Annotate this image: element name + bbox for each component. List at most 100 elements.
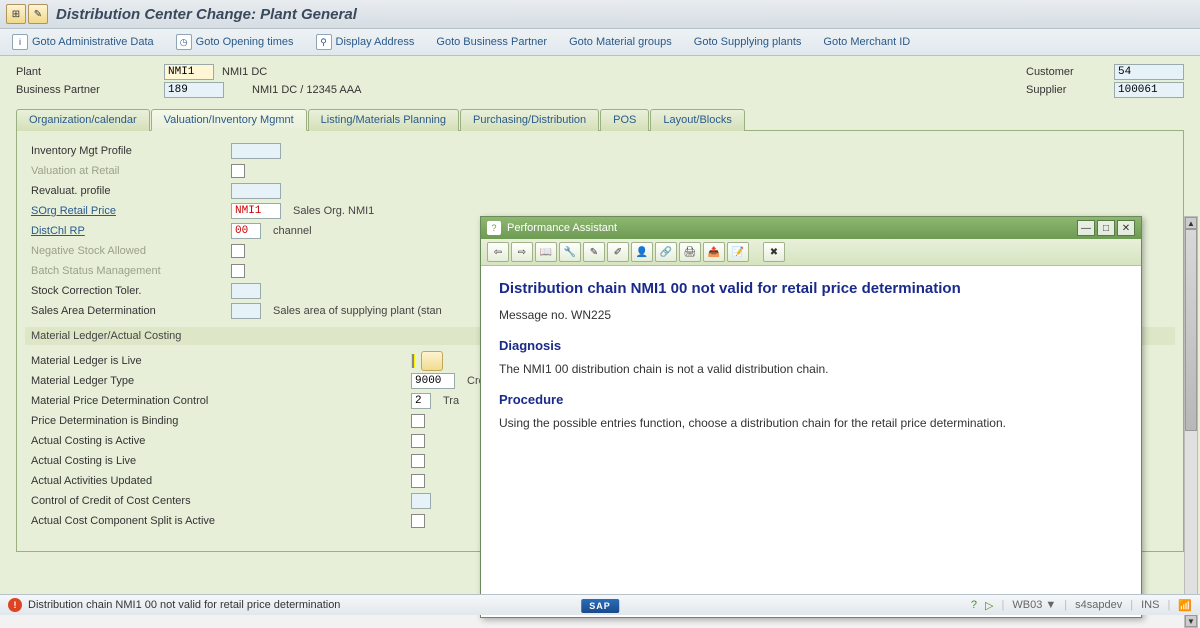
book-icon[interactable]: 📖	[535, 242, 557, 262]
ml-live-check[interactable]	[412, 354, 414, 368]
user-icon[interactable]: 👤	[631, 242, 653, 262]
val-retail-check	[231, 164, 245, 178]
status-message: Distribution chain NMI1 00 not valid for…	[28, 599, 340, 611]
mpdc-label: Material Price Determination Control	[31, 395, 411, 407]
tab-pos[interactable]: POS	[600, 109, 649, 131]
status-system: WB03 ▼	[1012, 599, 1056, 611]
inv-profile-label: Inventory Mgt Profile	[31, 145, 231, 157]
info-icon: i	[12, 34, 28, 50]
clock-icon: ◷	[176, 34, 192, 50]
close-toolbar-icon[interactable]: ✖	[763, 242, 785, 262]
back-icon[interactable]: ⇦	[487, 242, 509, 262]
stock-corr-input[interactable]	[231, 283, 261, 299]
reval-profile-input[interactable]	[231, 183, 281, 199]
scroll-down-icon[interactable]: ▼	[1185, 615, 1197, 627]
cccc-label: Control of Credit of Cost Centers	[31, 495, 411, 507]
ml-type-label: Material Ledger Type	[31, 375, 411, 387]
inv-profile-input[interactable]	[231, 143, 281, 159]
ml-live-button[interactable]	[421, 351, 443, 371]
goto-business-partner[interactable]: Goto Business Partner	[432, 34, 551, 50]
address-icon: ⚲	[316, 34, 332, 50]
batch-status-label: Batch Status Management	[31, 265, 231, 277]
aca-check[interactable]	[411, 434, 425, 448]
distchl-input[interactable]	[231, 223, 261, 239]
reval-profile-label: Revaluat. profile	[31, 185, 231, 197]
note-icon[interactable]: 📝	[727, 242, 749, 262]
aau-check[interactable]	[411, 474, 425, 488]
procedure-heading: Procedure	[499, 392, 1123, 407]
popup-title: Performance Assistant	[507, 222, 617, 234]
cccc-input[interactable]	[411, 493, 431, 509]
main-toolbar: iGoto Administrative Data ◷Goto Opening …	[0, 29, 1200, 56]
orgchart-icon[interactable]: ⊞	[6, 4, 26, 24]
vertical-scrollbar[interactable]: ▲ ▼	[1184, 216, 1198, 628]
edit-icon[interactable]: ✎	[583, 242, 605, 262]
forward-icon[interactable]: ⇨	[511, 242, 533, 262]
tab-organization[interactable]: Organization/calendar	[16, 109, 150, 131]
plant-desc: NMI1 DC	[222, 66, 267, 78]
pdb-label: Price Determination is Binding	[31, 415, 411, 427]
goto-material-groups[interactable]: Goto Material groups	[565, 34, 676, 50]
customer-input[interactable]	[1114, 64, 1184, 80]
goto-supplying-plants[interactable]: Goto Supplying plants	[690, 34, 806, 50]
help-icon[interactable]: ?	[971, 599, 977, 611]
ml-live-label: Material Ledger is Live	[31, 355, 411, 367]
acl-label: Actual Costing is Live	[31, 455, 411, 467]
sorg-label[interactable]: SOrg Retail Price	[31, 205, 231, 217]
sales-area-input[interactable]	[231, 303, 261, 319]
sap-logo: SAP	[581, 599, 619, 613]
tab-purchasing[interactable]: Purchasing/Distribution	[460, 109, 599, 131]
goto-admin-data[interactable]: iGoto Administrative Data	[8, 32, 158, 52]
print-icon[interactable]: 🖨	[679, 242, 701, 262]
supplier-input[interactable]	[1114, 82, 1184, 98]
distchl-label[interactable]: DistChl RP	[31, 225, 231, 237]
tab-layout[interactable]: Layout/Blocks	[650, 109, 744, 131]
minimize-icon[interactable]: —	[1077, 220, 1095, 236]
ml-type-input[interactable]	[411, 373, 455, 389]
status-mode: INS	[1141, 599, 1159, 611]
pdb-check[interactable]	[411, 414, 425, 428]
content-area: Plant NMI1 DC Business Partner NMI1 DC /…	[0, 56, 1200, 597]
diagnosis-heading: Diagnosis	[499, 338, 1123, 353]
sorg-desc: Sales Org. NMI1	[293, 205, 374, 217]
aau-label: Actual Activities Updated	[31, 475, 411, 487]
scroll-thumb[interactable]	[1185, 229, 1197, 431]
plant-input[interactable]	[164, 64, 214, 80]
page-title: Distribution Center Change: Plant Genera…	[56, 6, 357, 23]
title-bar: ⊞ ✎ Distribution Center Change: Plant Ge…	[0, 0, 1200, 29]
diagnosis-text: The NMI1 00 distribution chain is not a …	[499, 361, 1123, 378]
pencil-icon[interactable]: ✎	[28, 4, 48, 24]
val-retail-label: Valuation at Retail	[31, 165, 231, 177]
mpdc-desc: Tra	[443, 395, 459, 407]
supplier-label: Supplier	[1026, 84, 1106, 96]
bp-input[interactable]	[164, 82, 224, 98]
batch-status-check	[231, 264, 245, 278]
sales-area-desc: Sales area of supplying plant (stan	[273, 305, 442, 317]
close-icon[interactable]: ✕	[1117, 220, 1135, 236]
maximize-icon[interactable]: □	[1097, 220, 1115, 236]
acl-check[interactable]	[411, 454, 425, 468]
bp-label: Business Partner	[16, 84, 156, 96]
goto-merchant-id[interactable]: Goto Merchant ID	[819, 34, 914, 50]
sales-area-label: Sales Area Determination	[31, 305, 231, 317]
accs-check[interactable]	[411, 514, 425, 528]
tab-listing[interactable]: Listing/Materials Planning	[308, 109, 459, 131]
highlight-icon[interactable]: ✐	[607, 242, 629, 262]
aca-label: Actual Costing is Active	[31, 435, 411, 447]
tech-info-icon[interactable]: 🔧	[559, 242, 581, 262]
sorg-input[interactable]	[231, 203, 281, 219]
export-icon[interactable]: 📤	[703, 242, 725, 262]
goto-opening-times[interactable]: ◷Goto Opening times	[172, 32, 298, 52]
mpdc-input[interactable]	[411, 393, 431, 409]
tab-valuation[interactable]: Valuation/Inventory Mgmnt	[151, 109, 307, 131]
popup-heading: Distribution chain NMI1 00 not valid for…	[499, 280, 1123, 297]
customer-label: Customer	[1026, 66, 1106, 78]
scroll-up-icon[interactable]: ▲	[1185, 217, 1197, 229]
link-icon[interactable]: 🔗	[655, 242, 677, 262]
popup-header[interactable]: ? Performance Assistant — □ ✕	[481, 217, 1141, 239]
procedure-text: Using the possible entries function, cho…	[499, 415, 1123, 432]
signal-icon: 📶	[1178, 599, 1192, 612]
display-address[interactable]: ⚲Display Address	[312, 32, 419, 52]
nav-icon[interactable]: ▷	[985, 599, 993, 612]
neg-stock-label: Negative Stock Allowed	[31, 245, 231, 257]
